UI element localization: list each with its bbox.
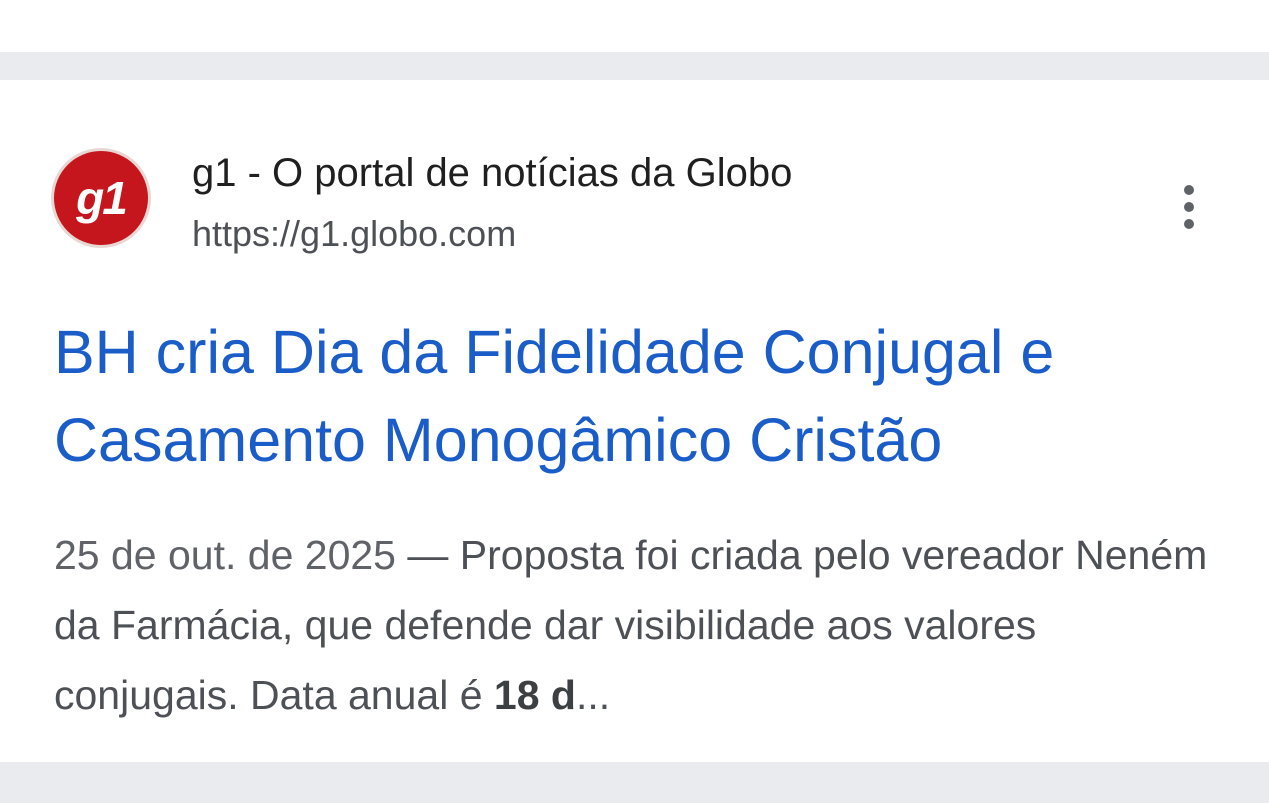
result-snippet: 25 de out. de 2025 — Proposta foi criada… [54, 520, 1214, 730]
result-title-line-2: Casamento Monogâmico Cristão [54, 406, 943, 474]
snippet-highlight: 18 d [493, 672, 576, 718]
search-results-page: g1 g1 - O portal de notícias da Globo ht… [0, 0, 1269, 803]
search-result-card: g1 g1 - O portal de notícias da Globo ht… [0, 80, 1269, 762]
site-url[interactable]: https://g1.globo.com [192, 213, 516, 255]
section-divider [0, 762, 1269, 803]
result-title-link[interactable]: BH cria Dia da Fidelidade Conjugal e Cas… [54, 308, 1234, 484]
snippet-date: 25 de out. de 2025 [54, 532, 396, 578]
favicon-label: g1 [76, 172, 128, 224]
more-vert-icon-dot [1184, 202, 1194, 212]
more-options-button[interactable] [1166, 180, 1212, 234]
snippet-ellipsis: ... [575, 672, 611, 718]
snippet-separator: — [395, 532, 460, 578]
section-divider [0, 52, 1269, 80]
more-vert-icon [1184, 185, 1194, 195]
site-name[interactable]: g1 - O portal de notícias da Globo [192, 150, 792, 196]
g1-favicon-icon[interactable]: g1 [54, 151, 148, 245]
more-vert-icon-dot [1184, 219, 1194, 229]
result-title-line-1: BH cria Dia da Fidelidade Conjugal e [54, 318, 1055, 386]
